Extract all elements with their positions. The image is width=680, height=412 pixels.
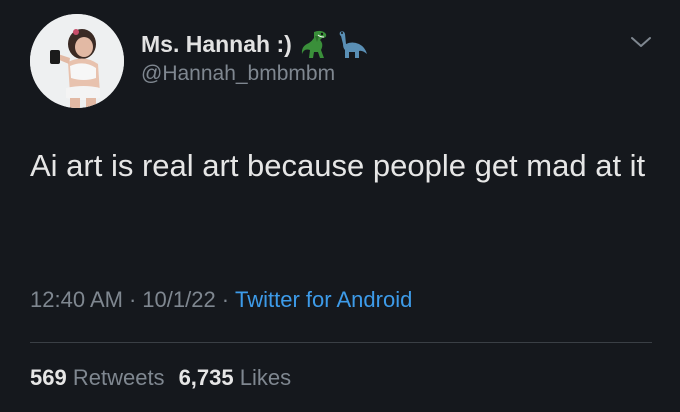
author-handle[interactable]: @Hannah_bmbmbm: [141, 62, 335, 86]
tweet-source-link[interactable]: Twitter for Android: [235, 287, 412, 312]
t-rex-emoji: [300, 28, 330, 60]
author-name-row[interactable]: Ms. Hannah :): [141, 24, 368, 64]
display-name[interactable]: Ms. Hannah :): [141, 31, 292, 58]
tweet-card: Ms. Hannah :) @Hannah_bmbmbm Ai art is r…: [0, 0, 680, 412]
avatar[interactable]: [30, 14, 124, 108]
tweet-meta: 12:40 AM · 10/1/22 · Twitter for Android: [30, 287, 412, 313]
retweets-count: 569: [30, 365, 67, 390]
tweet-text: Ai art is real art because people get ma…: [30, 148, 646, 183]
likes-stat[interactable]: 6,735 Likes: [179, 365, 292, 390]
likes-label: Likes: [239, 365, 292, 390]
tweet-date[interactable]: 10/1/22: [142, 287, 215, 312]
retweets-label: Retweets: [72, 365, 165, 390]
meta-separator: ·: [221, 287, 230, 312]
tweet-stats: 569 Retweets 6,735 Likes: [30, 365, 291, 391]
retweets-stat[interactable]: 569 Retweets: [30, 365, 165, 390]
meta-separator: ·: [128, 287, 137, 312]
likes-count: 6,735: [178, 365, 234, 390]
sauropod-emoji: [334, 28, 368, 60]
divider: [30, 342, 652, 343]
tweet-time[interactable]: 12:40 AM: [30, 287, 123, 312]
chevron-down-icon[interactable]: [628, 32, 654, 52]
